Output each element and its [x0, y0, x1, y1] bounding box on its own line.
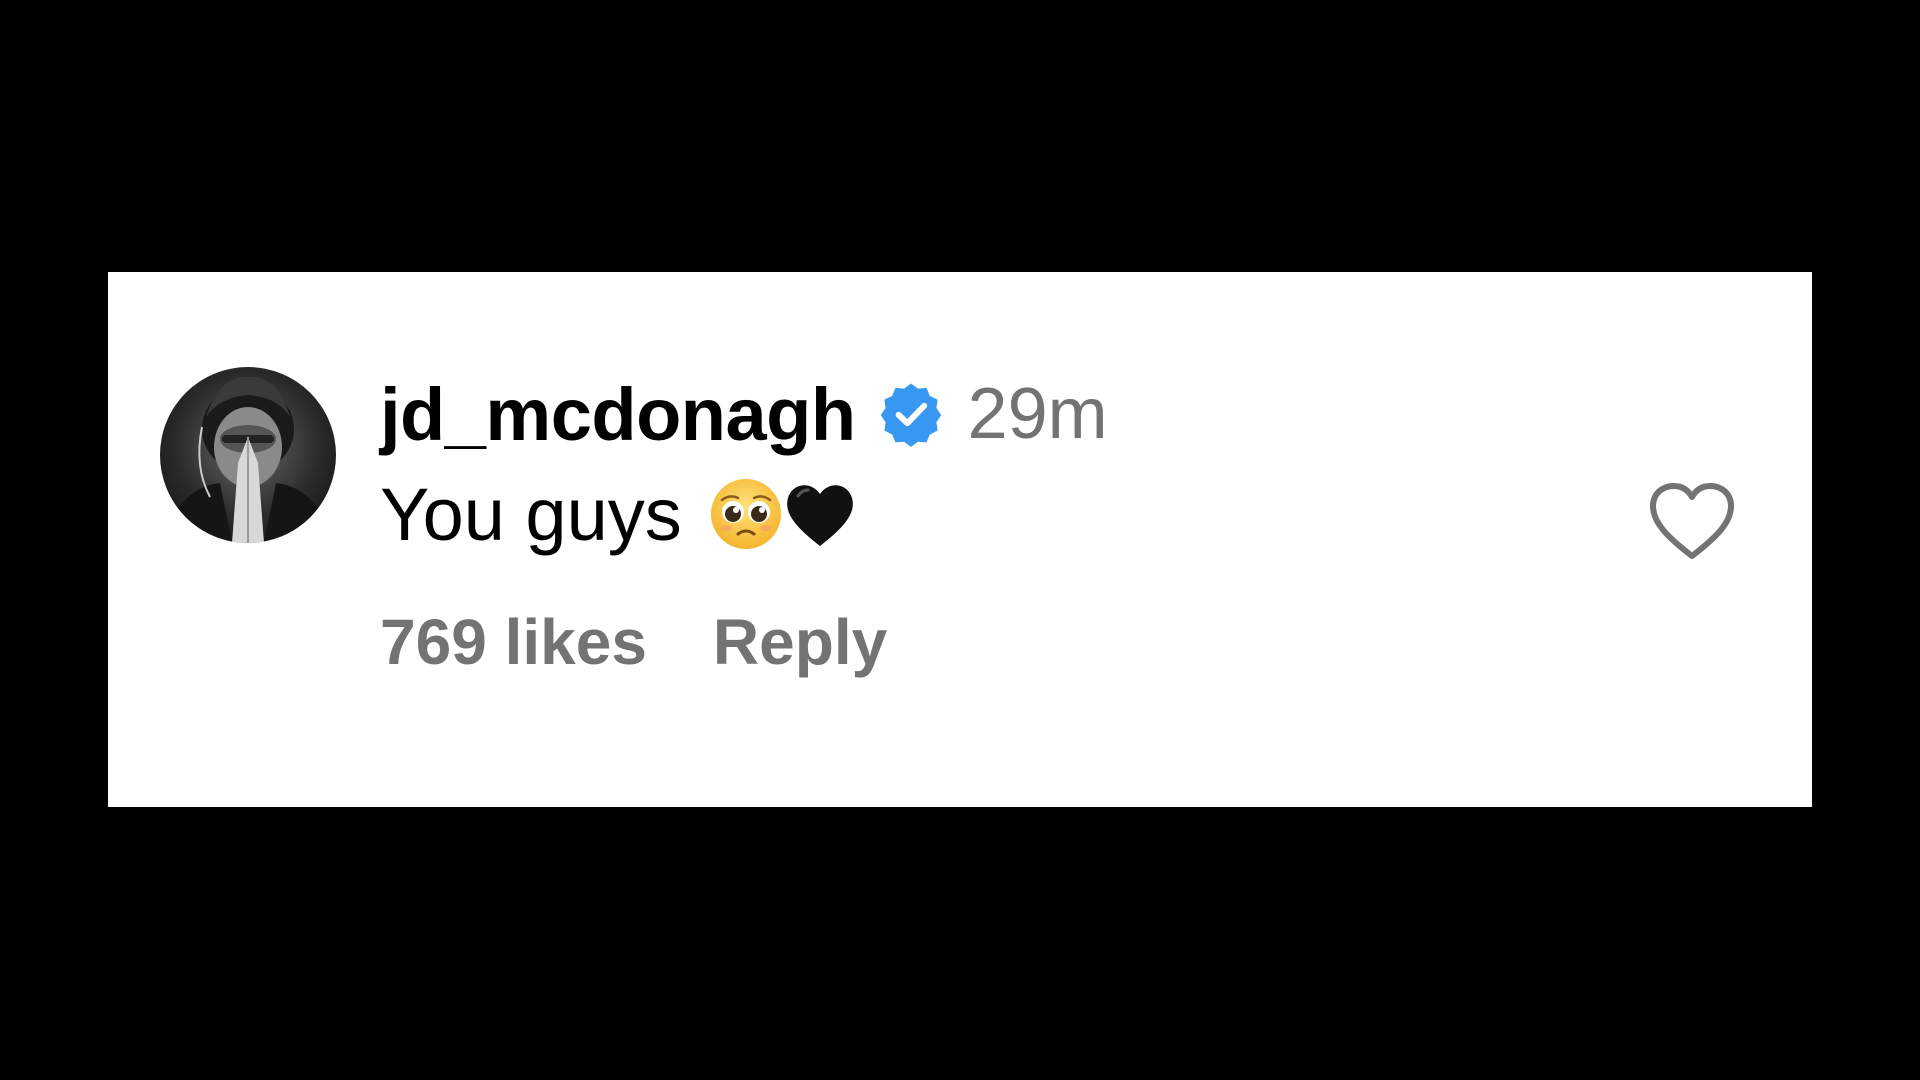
comment-actions: 769 likes Reply [380, 600, 1108, 684]
comment-text: You guys [380, 472, 682, 556]
avatar[interactable] [160, 367, 336, 543]
comment-body: You guys [380, 468, 1108, 560]
username[interactable]: jd_mcdonagh [380, 372, 856, 457]
comment-header: jd_mcdonagh 29m [380, 372, 1108, 456]
comment-content: jd_mcdonagh 29m You guys 769 likes Reply [380, 372, 1108, 684]
pleading-face-emoji [708, 476, 784, 552]
likes-count[interactable]: 769 likes [380, 605, 647, 679]
black-heart-emoji [782, 476, 858, 552]
timestamp: 29m [967, 374, 1108, 454]
comment-card: jd_mcdonagh 29m You guys 769 likes Reply [108, 272, 1812, 807]
reply-button[interactable]: Reply [713, 605, 887, 679]
verified-badge-icon [878, 381, 944, 447]
heart-outline-icon[interactable] [1648, 482, 1736, 562]
avatar-image [160, 376, 336, 543]
